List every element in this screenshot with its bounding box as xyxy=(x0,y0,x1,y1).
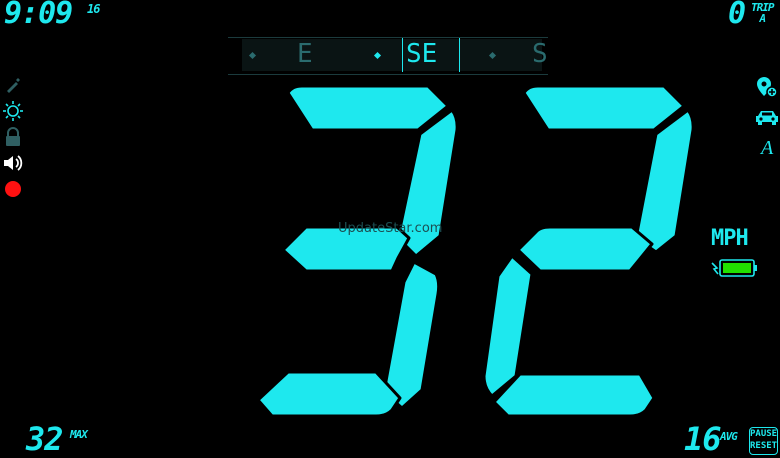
digit-2-bottom xyxy=(492,372,656,418)
pause-reset-button[interactable]: PAUSE RESET xyxy=(749,427,778,455)
avg-speed-label: AVG xyxy=(720,430,738,443)
battery-indicator xyxy=(710,258,758,282)
digit-2-top xyxy=(522,84,686,132)
digit-3-bottom xyxy=(256,370,402,418)
digit-3-top xyxy=(286,84,450,132)
battery-icon xyxy=(711,259,757,277)
reset-label: RESET xyxy=(750,441,778,451)
max-speed-label: MAX xyxy=(70,428,88,441)
pause-label: PAUSE xyxy=(750,429,778,439)
max-speed-value[interactable]: 32 xyxy=(26,420,64,458)
watermark-text: UpdateStar.com xyxy=(338,221,443,236)
speed-unit[interactable]: MPH xyxy=(711,226,749,251)
digit-3-lower-right xyxy=(382,260,441,410)
digit-2-middle xyxy=(516,225,654,273)
avg-speed-value[interactable]: 16 xyxy=(684,420,722,458)
